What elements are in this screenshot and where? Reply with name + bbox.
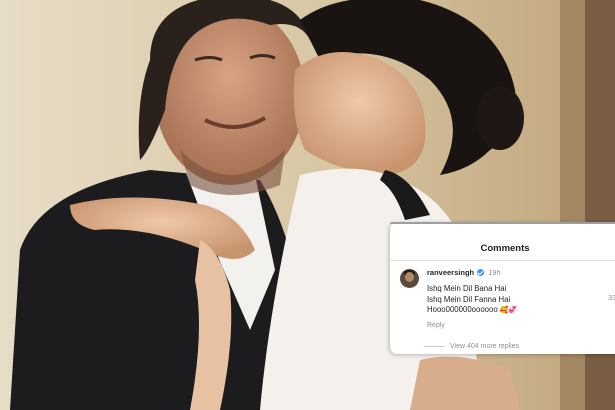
comments-title: Comments (390, 238, 615, 261)
avatar-face (405, 272, 414, 282)
replies-dash (424, 346, 444, 347)
comment-time: 19h (488, 268, 501, 277)
view-more-replies-label: View 404 more replies (450, 343, 520, 350)
view-more-replies-button[interactable]: View 404 more replies (424, 343, 519, 350)
verified-badge-icon (477, 269, 485, 276)
emoji-icon: 🥰💞 (499, 307, 518, 314)
comments-panel: Comments ranveersingh 19h Ishq Mein Dil … (390, 222, 615, 354)
reply-button[interactable]: Reply (427, 322, 445, 329)
comment-line-1: Ishq Mein Dil Bana Hai (427, 284, 507, 293)
panel-top-divider (390, 222, 615, 224)
like-count: 33 (608, 293, 615, 302)
comment-header: ranveersingh 19h (427, 268, 501, 277)
comment-line-2: Ishq Mein Dil Fanna Hai (427, 294, 511, 304)
comment-line-3: Hooo000000oooooo 🥰💞 (427, 305, 597, 317)
comment-line-3-text: Hooo000000oooooo (427, 305, 498, 314)
comment-text: Ishq Mein Dil Bana Hai Ishq Mein Dil Fan… (427, 284, 597, 317)
avatar[interactable] (400, 269, 419, 288)
comment-username[interactable]: ranveersingh (427, 268, 474, 277)
